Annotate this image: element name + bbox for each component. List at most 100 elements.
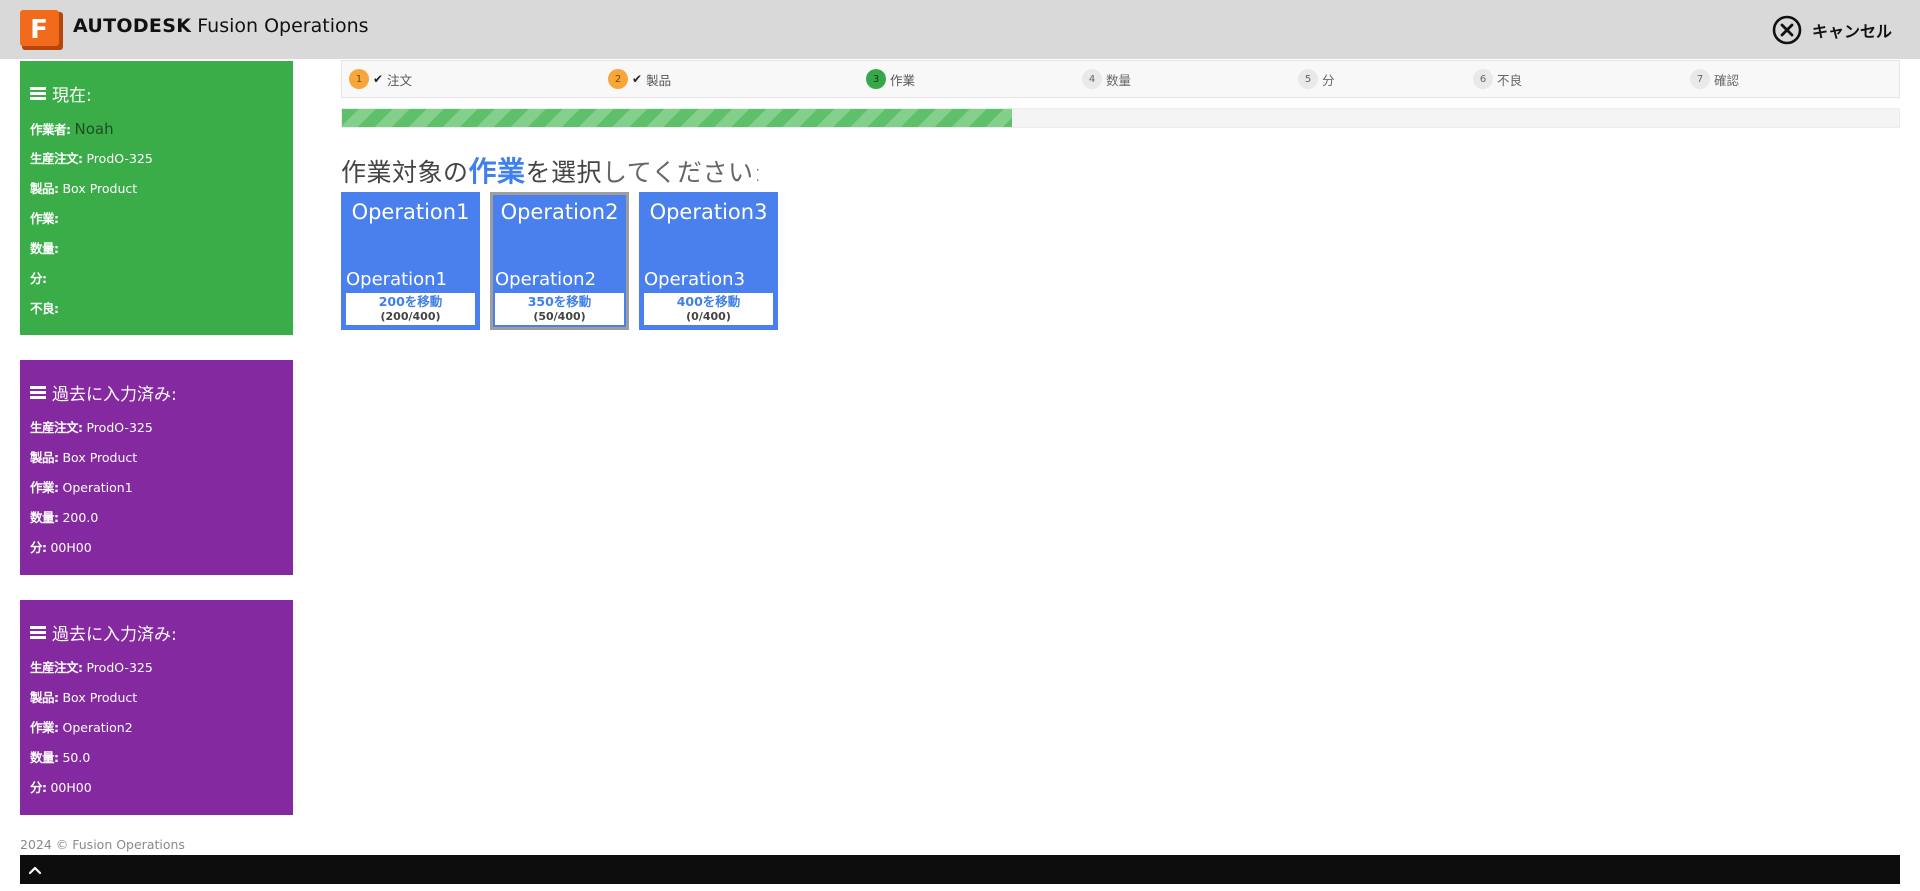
current-order-row: 生産注文: ProdO-325 <box>30 144 283 174</box>
history-qty-row: 数量: 50.0 <box>30 743 283 773</box>
product-label: 製品: <box>30 181 59 196</box>
tile-name: Operation1 <box>346 269 448 290</box>
step-label: 確認 <box>1714 72 1740 88</box>
step-defects: 6 不良 <box>1473 69 1522 89</box>
operation-tiles: Operation1 Operation1 200を移動 (200/400) O… <box>341 192 778 330</box>
product-value: Box Product <box>62 450 138 465</box>
chevron-up-icon[interactable] <box>28 863 42 877</box>
product-value: Box Product <box>62 690 138 705</box>
history-operation-row: 作業: Operation1 <box>30 473 283 503</box>
history-title-text: 過去に入力済み: <box>52 625 177 645</box>
step-label: 注文 <box>387 72 413 88</box>
order-value: ProdO-325 <box>86 151 153 166</box>
current-defect-row: 不良: <box>30 294 283 324</box>
operation-tile-1[interactable]: Operation1 Operation1 200を移動 (200/400) <box>341 192 480 330</box>
product-label: 製品: <box>30 690 59 705</box>
tile-count: (50/400) <box>533 310 586 323</box>
prompt-text-2: を選択 <box>525 158 603 187</box>
order-label: 生産注文: <box>30 420 83 435</box>
tile-move-label: 200を移動 <box>378 294 443 309</box>
page-title: 作業対象の作業を選択してください: <box>341 150 762 190</box>
order-label: 生産注文: <box>30 660 83 675</box>
operation-value: Operation2 <box>62 720 133 735</box>
check-icon: ✔ <box>632 72 643 86</box>
fusion-logo-icon: F <box>20 10 63 50</box>
current-panel: 現在: 作業者: Noah 生産注文: ProdO-325 製品: Box Pr… <box>20 61 293 335</box>
step-number: 3 <box>866 69 886 89</box>
history-title-text: 過去に入力済み: <box>52 385 177 405</box>
bottom-bar <box>20 855 1900 884</box>
current-operation-row: 作業: <box>30 204 283 234</box>
tile-name: Operation2 <box>495 269 597 290</box>
close-circle-icon <box>1772 15 1802 45</box>
qty-label: 数量: <box>30 750 59 765</box>
current-minutes-row: 分: <box>30 264 283 294</box>
history-panel-title: 過去に入力済み: <box>30 620 283 645</box>
current-panel-title: 現在: <box>30 81 283 106</box>
minutes-label: 分: <box>30 540 47 555</box>
top-bar: F AUTODESK Fusion Operations キャンセル <box>0 0 1920 59</box>
cancel-label: キャンセル <box>1811 22 1892 41</box>
minutes-value: 00H00 <box>50 540 92 555</box>
current-qty-row: 数量: <box>30 234 283 264</box>
menu-icon <box>30 626 46 639</box>
history-panel-title: 過去に入力済み: <box>30 380 283 405</box>
step-product[interactable]: 2 ✔ 製品 <box>608 69 671 89</box>
step-label: 製品 <box>646 72 672 88</box>
current-worker-row: 作業者: Noah <box>30 114 283 144</box>
qty-value: 50.0 <box>62 750 91 765</box>
step-label: 作業 <box>890 72 916 88</box>
history-order-row: 生産注文: ProdO-325 <box>30 413 283 443</box>
tile-move-label: 350を移動 <box>527 294 592 309</box>
copyright: 2024 © Fusion Operations <box>20 837 185 852</box>
tile-move-box: 200を移動 (200/400) <box>346 293 475 325</box>
step-number: 4 <box>1082 69 1102 89</box>
prompt-text-3: してください: <box>602 158 763 187</box>
operation-label: 作業: <box>30 720 59 735</box>
brand-product: Fusion Operations <box>197 15 369 37</box>
tile-title: Operation1 <box>351 200 470 224</box>
history-qty-row: 数量: 200.0 <box>30 503 283 533</box>
history-panel-2: 過去に入力済み: 生産注文: ProdO-325 製品: Box Product… <box>20 600 293 815</box>
tile-count: (0/400) <box>686 310 731 323</box>
operation-tile-3[interactable]: Operation3 Operation3 400を移動 (0/400) <box>639 192 778 330</box>
step-number: 6 <box>1473 69 1493 89</box>
prompt-highlight: 作業 <box>468 155 526 188</box>
check-icon: ✔ <box>373 72 384 86</box>
progress-fill <box>342 109 1012 127</box>
product-value: Box Product <box>62 181 138 196</box>
step-order[interactable]: 1 ✔ 注文 <box>349 69 412 89</box>
cancel-button[interactable]: キャンセル <box>1772 14 1892 46</box>
worker-value: Noah <box>74 120 114 138</box>
worker-label: 作業者: <box>30 122 71 137</box>
qty-value: 200.0 <box>62 510 99 525</box>
tile-count: (200/400) <box>380 310 441 323</box>
minutes-label: 分: <box>30 780 47 795</box>
current-product-row: 製品: Box Product <box>30 174 283 204</box>
order-value: ProdO-325 <box>86 420 153 435</box>
operation-tile-2[interactable]: Operation2 Operation2 350を移動 (50/400) <box>490 192 629 330</box>
operation-label: 作業: <box>30 211 59 226</box>
operation-label: 作業: <box>30 480 59 495</box>
history-operation-row: 作業: Operation2 <box>30 713 283 743</box>
minutes-label: 分: <box>30 271 47 286</box>
step-number: 1 <box>349 69 369 89</box>
history-minutes-row: 分: 00H00 <box>30 533 283 563</box>
tile-move-box: 350を移動 (50/400) <box>495 293 624 325</box>
step-number: 7 <box>1690 69 1710 89</box>
step-operation[interactable]: 3 作業 <box>866 69 915 89</box>
tile-move-box: 400を移動 (0/400) <box>644 293 773 325</box>
wizard-steps: 1 ✔ 注文 2 ✔ 製品 3 作業 4 数量 5分 6 不良 7 確認 <box>341 60 1900 98</box>
history-product-row: 製品: Box Product <box>30 443 283 473</box>
step-label: 数量 <box>1106 72 1132 88</box>
step-confirm: 7 確認 <box>1690 69 1739 89</box>
app-brand: AUTODESK Fusion Operations <box>73 15 369 37</box>
minutes-value: 00H00 <box>50 780 92 795</box>
history-product-row: 製品: Box Product <box>30 683 283 713</box>
prompt-text-1: 作業対象の <box>341 158 469 187</box>
current-title-text: 現在: <box>52 86 92 106</box>
step-label: 不良 <box>1497 72 1523 88</box>
history-order-row: 生産注文: ProdO-325 <box>30 653 283 683</box>
wizard-progress-bar <box>341 108 1900 128</box>
menu-icon <box>30 386 46 399</box>
